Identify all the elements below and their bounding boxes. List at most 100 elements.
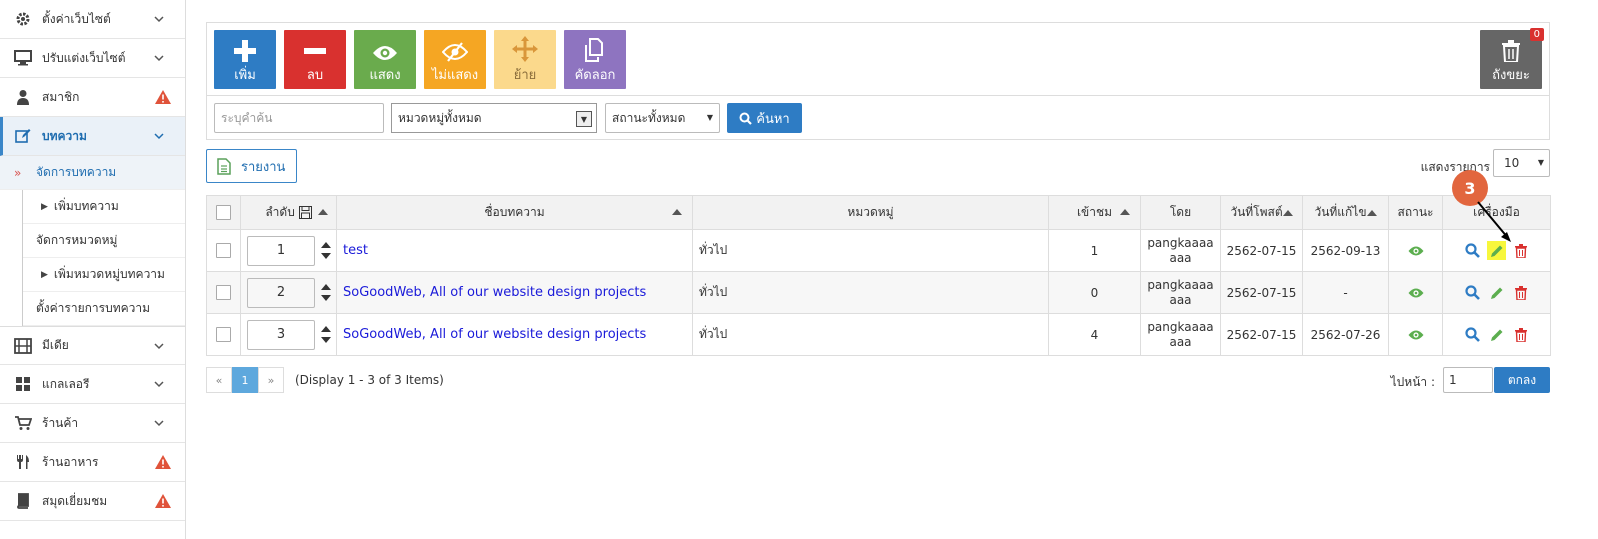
- author-cell: pangkaaaaaaa: [1140, 271, 1221, 314]
- goto-ok-button[interactable]: ตกลง: [1494, 367, 1550, 393]
- sort-asc-icon: [1282, 209, 1293, 216]
- sidebar-item-restaurant[interactable]: ร้านอาหาร: [0, 443, 185, 482]
- trash-count-badge: 0: [1529, 28, 1544, 41]
- category-text: ทั่วไป: [699, 327, 728, 341]
- title-cell: SoGoodWeb, All of our website design pro…: [336, 313, 693, 356]
- sidebar-item-label: แกลเลอรี: [42, 376, 90, 391]
- order-input[interactable]: 3: [247, 319, 315, 350]
- sidebar-sub-label: จัดการบทความ: [36, 165, 117, 179]
- goto-page-input[interactable]: 1: [1443, 367, 1493, 393]
- author-cell: pangkaaaaaaa: [1140, 313, 1221, 356]
- sidebar-sub-add-category[interactable]: ▶ เพิ่มหมวดหมู่บทความ: [23, 258, 185, 292]
- eye-icon[interactable]: [1406, 325, 1425, 344]
- edit-pencil-icon[interactable]: [1487, 325, 1506, 344]
- row-checkbox[interactable]: [216, 327, 231, 342]
- search-input[interactable]: ระบุคำค้น: [214, 103, 384, 133]
- copy-icon: [564, 30, 626, 62]
- sidebar-item-shop[interactable]: ร้านค้า: [0, 404, 185, 443]
- edited-header[interactable]: วันที่แก้ไข: [1302, 195, 1389, 230]
- article-title-link[interactable]: SoGoodWeb, All of our website design pro…: [337, 327, 646, 342]
- search-button-label: ค้นหา: [756, 111, 790, 127]
- order-up-icon[interactable]: [321, 242, 331, 248]
- status-select[interactable]: สถานะทั้งหมด ▼: [605, 103, 720, 133]
- tools-header-label: เครื่องมือ: [1473, 205, 1520, 219]
- view-search-icon[interactable]: [1463, 241, 1482, 260]
- status-select-value: สถานะทั้งหมด: [612, 110, 686, 125]
- search-button[interactable]: ค้นหา: [727, 103, 802, 133]
- table-row: 2 SoGoodWeb, All of our website design pr…: [206, 271, 1551, 314]
- articles-table: ลำดับ ชื่อบทความ หมวดหมู่ เข้าชม โดย วัน…: [206, 195, 1551, 356]
- warning-icon: [155, 455, 171, 469]
- order-down-icon[interactable]: [321, 337, 331, 343]
- order-up-icon[interactable]: [321, 284, 331, 290]
- sidebar-item-customize[interactable]: ปรับแต่งเว็บไซต์: [0, 39, 185, 78]
- edit-pencil-icon[interactable]: [1487, 283, 1506, 302]
- category-select[interactable]: หมวดหมู่ทั้งหมด ▼: [391, 103, 597, 133]
- sidebar-item-members[interactable]: สมาชิก: [0, 78, 185, 117]
- sidebar-sub-manage-articles[interactable]: » จัดการบทความ: [0, 156, 185, 190]
- sidebar-item-gallery[interactable]: แกลเลอรี: [0, 365, 185, 404]
- order-cell: 2: [240, 271, 337, 314]
- order-up-icon[interactable]: [321, 326, 331, 332]
- sidebar-item-site-settings[interactable]: ตั้งค่าเว็บไซต์: [0, 0, 185, 39]
- sidebar-sub-label: จัดการหมวดหมู่: [36, 233, 118, 247]
- step-callout-badge: 3: [1452, 170, 1488, 206]
- show-button[interactable]: แสดง: [354, 30, 416, 89]
- sidebar-item-media[interactable]: มีเดีย: [0, 326, 185, 365]
- author-text: pangkaaaaaaa: [1147, 277, 1214, 307]
- move-button[interactable]: ย้าย: [494, 30, 556, 89]
- prev-page-button[interactable]: «: [206, 367, 232, 393]
- category-header: หมวดหมู่: [692, 195, 1049, 230]
- move-icon: [494, 30, 556, 62]
- copy-button[interactable]: คัดลอก: [564, 30, 626, 89]
- cart-icon: [12, 414, 34, 432]
- view-search-icon[interactable]: [1463, 283, 1482, 302]
- order-input[interactable]: 2: [247, 277, 315, 308]
- sidebar-item-guestbook[interactable]: สมุดเยี่ยมชม: [0, 482, 185, 521]
- view-search-icon[interactable]: [1463, 325, 1482, 344]
- posted-header[interactable]: วันที่โพสต์: [1220, 195, 1303, 230]
- order-cell: 3: [240, 313, 337, 356]
- trash-button[interactable]: ถังขยะ 0: [1480, 28, 1544, 89]
- report-button[interactable]: รายงาน: [206, 149, 297, 183]
- page-1-button[interactable]: 1: [232, 367, 258, 393]
- order-header-label: ลำดับ: [265, 205, 295, 219]
- delete-trash-icon[interactable]: [1511, 283, 1530, 302]
- order-down-icon[interactable]: [321, 253, 331, 259]
- order-down-icon[interactable]: [321, 295, 331, 301]
- select-all-checkbox[interactable]: [216, 205, 231, 220]
- row-select-cell: [206, 229, 241, 272]
- views-header[interactable]: เข้าชม: [1048, 195, 1141, 230]
- book-icon: [12, 492, 34, 510]
- show-label: แสดง: [369, 68, 401, 83]
- sidebar-sub-manage-categories[interactable]: จัดการหมวดหมู่: [23, 224, 185, 258]
- row-checkbox[interactable]: [216, 243, 231, 258]
- minus-icon: [284, 30, 346, 62]
- article-title-link[interactable]: test: [337, 243, 368, 258]
- film-icon: [12, 337, 34, 355]
- sidebar-sub-add-article[interactable]: ▶ เพิ่มบทความ: [23, 190, 185, 224]
- hide-button[interactable]: ไม่แสดง: [424, 30, 486, 89]
- article-title-link[interactable]: SoGoodWeb, All of our website design pro…: [337, 285, 646, 300]
- order-input[interactable]: 1: [247, 235, 315, 266]
- delete-trash-icon[interactable]: [1511, 325, 1530, 344]
- delete-trash-icon[interactable]: [1511, 241, 1530, 260]
- next-page-button[interactable]: »: [258, 367, 284, 393]
- show-items-select[interactable]: 10 ▼: [1493, 149, 1550, 177]
- title-header[interactable]: ชื่อบทความ: [336, 195, 693, 230]
- eye-icon[interactable]: [1406, 241, 1425, 260]
- toolbar: เพิ่ม ลบ แสดง ไม่แสดง ย้าย คัดลอก ถังขยะ…: [206, 22, 1550, 96]
- delete-button[interactable]: ลบ: [284, 30, 346, 89]
- table-row: 3 SoGoodWeb, All of our website design pr…: [206, 313, 1551, 356]
- eye-icon[interactable]: [1406, 283, 1425, 302]
- sidebar-item-label: ปรับแต่งเว็บไซต์: [42, 50, 126, 65]
- sidebar-item-articles[interactable]: บทความ: [0, 117, 185, 156]
- edit-pencil-icon[interactable]: [1487, 241, 1506, 260]
- save-icon[interactable]: [298, 206, 312, 219]
- table-header-row: ลำดับ ชื่อบทความ หมวดหมู่ เข้าชม โดย วัน…: [206, 195, 1551, 230]
- sidebar-sub-article-settings[interactable]: ตั้งค่ารายการบทความ: [23, 292, 185, 326]
- order-header[interactable]: ลำดับ: [240, 195, 337, 230]
- sort-asc-icon: [1120, 209, 1130, 215]
- add-button[interactable]: เพิ่ม: [214, 30, 276, 89]
- row-checkbox[interactable]: [216, 285, 231, 300]
